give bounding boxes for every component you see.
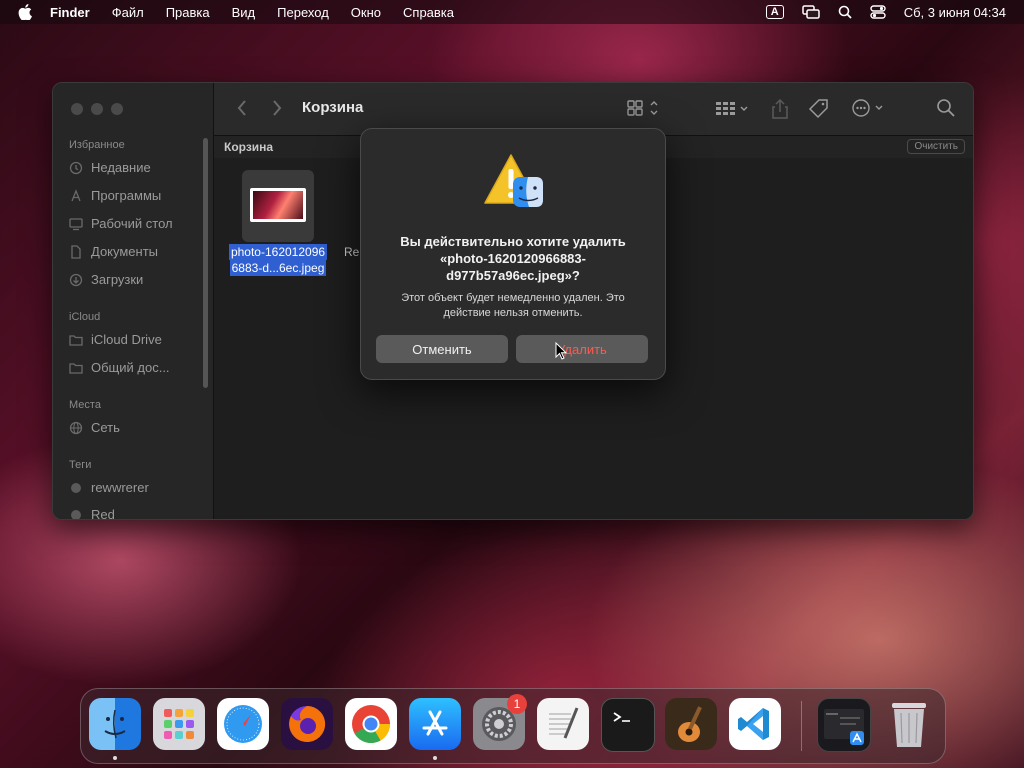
sidebar-section-icloud: iCloud bbox=[69, 311, 101, 323]
tag-icon[interactable] bbox=[808, 98, 830, 120]
folder-icon bbox=[69, 333, 83, 347]
sidebar-item-label: Загрузки bbox=[91, 272, 144, 287]
sidebar-item-label: Red bbox=[91, 507, 115, 520]
share-icon[interactable] bbox=[771, 98, 789, 120]
dock: 1 bbox=[80, 688, 946, 764]
sidebar-item-network[interactable]: Сеть bbox=[69, 420, 120, 435]
path-bar-label: Корзина bbox=[224, 140, 274, 154]
applications-icon bbox=[69, 188, 83, 203]
dock-terminal-icon[interactable] bbox=[601, 698, 655, 752]
window-controls bbox=[71, 103, 123, 115]
network-globe-icon bbox=[69, 421, 83, 435]
sidebar-section-locations: Места bbox=[69, 399, 101, 411]
sidebar-scrollbar[interactable] bbox=[203, 138, 208, 388]
cancel-button[interactable]: Отменить bbox=[376, 335, 508, 363]
menu-edit[interactable]: Правка bbox=[166, 5, 210, 20]
sidebar-item-recents[interactable]: Недавние bbox=[69, 160, 151, 175]
sidebar-section-favorites: Избранное bbox=[69, 139, 125, 151]
notification-badge: 1 bbox=[507, 694, 527, 714]
finder-sidebar: Избранное Недавние Программы Рабочий сто… bbox=[53, 83, 214, 519]
menu-window[interactable]: Окно bbox=[351, 5, 381, 20]
control-center-icon[interactable] bbox=[870, 5, 886, 19]
sidebar-item-label: Общий дос... bbox=[91, 360, 170, 375]
sidebar-item-label: iCloud Drive bbox=[91, 332, 162, 347]
screen-mirroring-icon[interactable] bbox=[801, 5, 820, 19]
dock-launchpad-icon[interactable] bbox=[153, 698, 205, 750]
sidebar-item-documents[interactable]: Документы bbox=[69, 244, 158, 259]
document-icon bbox=[69, 244, 83, 259]
sidebar-item-label: Недавние bbox=[91, 160, 151, 175]
tag-dot-icon bbox=[69, 481, 83, 495]
running-indicator bbox=[433, 756, 437, 760]
search-icon[interactable] bbox=[936, 98, 956, 118]
more-actions-icon[interactable] bbox=[851, 98, 887, 118]
spotlight-search-icon[interactable] bbox=[838, 5, 852, 19]
empty-trash-button[interactable]: Очистить bbox=[907, 139, 965, 154]
dock-garageband-icon[interactable] bbox=[665, 698, 717, 750]
sidebar-item-downloads[interactable]: Загрузки bbox=[69, 272, 143, 287]
download-icon bbox=[69, 273, 83, 287]
forward-chevron-icon[interactable] bbox=[271, 98, 283, 118]
delete-button[interactable]: Удалить bbox=[516, 335, 648, 363]
menu-help[interactable]: Справка bbox=[403, 5, 454, 20]
zoom-window-button[interactable] bbox=[111, 103, 123, 115]
desktop-icon bbox=[69, 217, 83, 231]
menu-bar-clock[interactable]: Сб, 3 июня 04:34 bbox=[904, 5, 1006, 20]
sidebar-item-label: Документы bbox=[91, 244, 159, 259]
partial-file-label[interactable]: Re bbox=[344, 245, 359, 259]
menu-finder[interactable]: Finder bbox=[50, 5, 90, 20]
sidebar-item-applications[interactable]: Программы bbox=[69, 188, 161, 203]
sidebar-item-label: Программы bbox=[91, 188, 162, 203]
back-chevron-icon[interactable] bbox=[236, 98, 248, 118]
close-window-button[interactable] bbox=[71, 103, 83, 115]
dialog-title: Вы действительно хотите удалить «photo-1… bbox=[400, 234, 626, 283]
tag-dot-icon bbox=[69, 508, 83, 519]
dock-firefox-icon[interactable] bbox=[281, 698, 333, 750]
clock-icon bbox=[69, 161, 83, 175]
view-mode-grid-icon[interactable] bbox=[626, 98, 660, 118]
sidebar-section-tags: Теги bbox=[69, 459, 92, 471]
sidebar-item-label: Рабочий стол bbox=[91, 216, 173, 231]
group-by-icon[interactable] bbox=[714, 98, 750, 118]
running-indicator bbox=[113, 756, 117, 760]
sidebar-item-shared[interactable]: Общий дос... bbox=[69, 360, 170, 375]
dock-textedit-icon[interactable] bbox=[537, 698, 589, 750]
file-name-label[interactable]: photo-162012096 6883-d...6ec.jpeg bbox=[224, 244, 332, 276]
dock-safari-icon[interactable] bbox=[217, 698, 269, 750]
menu-file[interactable]: Файл bbox=[112, 5, 144, 20]
warning-finder-icon bbox=[483, 151, 545, 213]
menu-bar: Finder Файл Правка Вид Переход Окно Спра… bbox=[0, 0, 1024, 24]
mouse-cursor-icon bbox=[555, 341, 568, 365]
window-title: Корзина bbox=[302, 99, 364, 116]
shared-folder-icon bbox=[69, 361, 83, 375]
dock-vscode-icon[interactable] bbox=[729, 698, 781, 750]
dock-finder-icon[interactable] bbox=[89, 698, 141, 750]
dock-minimized-window-icon[interactable] bbox=[817, 698, 871, 752]
delete-confirmation-dialog: Вы действительно хотите удалить «photo-1… bbox=[360, 128, 666, 380]
minimize-window-button[interactable] bbox=[91, 103, 103, 115]
dock-system-preferences-icon[interactable]: 1 bbox=[473, 694, 527, 750]
sidebar-item-icloud-drive[interactable]: iCloud Drive bbox=[69, 332, 162, 347]
sidebar-item-label: rewwrerer bbox=[91, 480, 149, 495]
dialog-message: Этот объект будет немедленно удален. Это… bbox=[401, 292, 625, 319]
dock-app-store-icon[interactable] bbox=[409, 698, 461, 750]
dock-chrome-icon[interactable] bbox=[345, 698, 397, 750]
image-thumbnail bbox=[250, 188, 306, 222]
input-source-indicator[interactable]: A bbox=[765, 5, 784, 19]
sidebar-item-tag-red[interactable]: Red bbox=[69, 507, 115, 520]
sidebar-item-label: Сеть bbox=[91, 420, 120, 435]
sidebar-item-desktop[interactable]: Рабочий стол bbox=[69, 216, 173, 231]
apple-logo-icon[interactable] bbox=[18, 4, 34, 20]
menu-go[interactable]: Переход bbox=[277, 5, 329, 20]
menu-view[interactable]: Вид bbox=[232, 5, 256, 20]
dock-trash-icon[interactable] bbox=[883, 698, 935, 750]
sidebar-item-tag-rewwrerer[interactable]: rewwrerer bbox=[69, 480, 149, 495]
file-thumbnail-background bbox=[242, 170, 314, 242]
dock-separator bbox=[801, 701, 802, 751]
